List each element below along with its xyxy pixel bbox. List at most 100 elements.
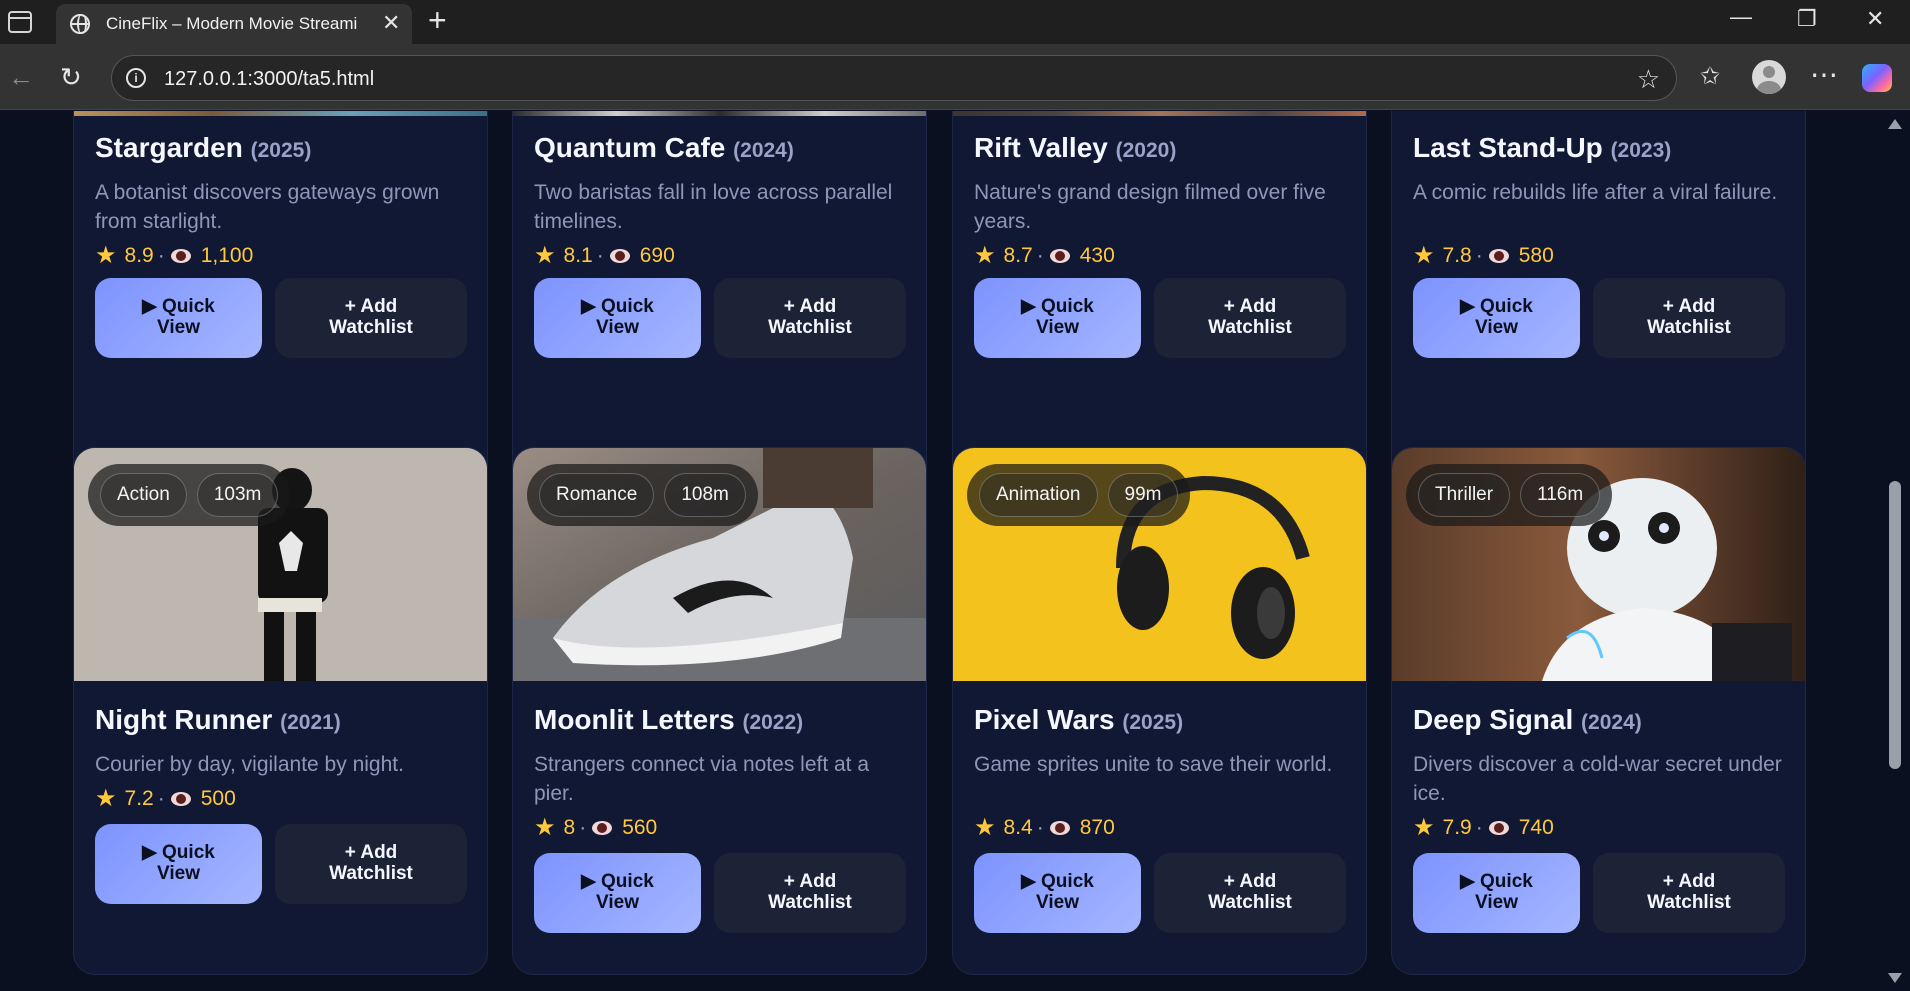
movie-year: (2024) (733, 139, 794, 162)
movie-title[interactable]: Quantum Cafe (2024) (534, 132, 794, 164)
add-watchlist-button[interactable]: + Add Watchlist (1593, 853, 1785, 933)
copilot-icon[interactable] (1862, 64, 1892, 92)
movie-year: (2025) (1122, 711, 1184, 734)
add-watchlist-button[interactable]: + Add Watchlist (275, 278, 467, 358)
duration-chip: 116m (1520, 473, 1601, 517)
movie-stats: ★ 8.4 · 870 (974, 814, 1115, 841)
address-bar[interactable]: i 127.0.0.1:3000/ta5.html ☆ (111, 55, 1677, 101)
add-watchlist-button[interactable]: + Add Watchlist (714, 853, 906, 933)
movie-title[interactable]: Night Runner (2021) (95, 704, 341, 736)
movie-title[interactable]: Rift Valley (2020) (974, 132, 1176, 164)
tab-title: CineFlix – Modern Movie Streaming (106, 14, 358, 33)
movie-views: 580 (1518, 243, 1554, 267)
movie-rating: 8.9 (124, 243, 154, 267)
movie-year: (2022) (742, 711, 804, 734)
movie-poster[interactable]: Thriller 116m (1392, 448, 1805, 681)
movie-title[interactable]: Pixel Wars (2025) (974, 704, 1183, 736)
movie-title[interactable]: Moonlit Letters (2022) (534, 704, 803, 736)
movie-title[interactable]: Last Stand-Up (2023) (1413, 132, 1671, 164)
genre-duration-pill: Action 103m (88, 464, 291, 526)
scrollbar-thumb[interactable] (1889, 481, 1901, 769)
scroll-up-icon[interactable] (1888, 119, 1902, 129)
star-icon: ★ (1413, 814, 1435, 841)
movie-card: Romance 108m Moonlit Letters (2022) Stra… (512, 447, 927, 975)
more-menu-icon[interactable]: ⋯ (1810, 58, 1838, 91)
reload-icon[interactable]: ↻ (60, 62, 82, 93)
movie-rating: 8.7 (1003, 243, 1033, 267)
movie-poster[interactable]: Animation 99m (953, 448, 1366, 681)
duration-chip: 99m (1107, 473, 1179, 517)
add-watchlist-button[interactable]: + Add Watchlist (1154, 853, 1346, 933)
bookmark-star-icon[interactable]: ☆ (1637, 64, 1660, 95)
movie-year: (2020) (1115, 139, 1177, 162)
genre-chip: Romance (539, 473, 655, 517)
movie-description: A botanist discovers gateways grown from… (95, 181, 440, 233)
scroll-down-icon[interactable] (1888, 973, 1902, 983)
movie-stats: ★ 7.8 · 580 (1413, 242, 1554, 269)
back-arrow-icon[interactable]: ← (8, 62, 34, 93)
quick-view-button[interactable]: ▶ Quick View (1413, 853, 1580, 933)
movie-poster[interactable] (74, 111, 487, 116)
add-watchlist-button[interactable]: + Add Watchlist (1154, 278, 1346, 358)
movie-card: Animation 99m Pixel Wars (2025) Game spr… (952, 447, 1367, 975)
restore-icon[interactable]: ❐ (1797, 6, 1817, 32)
profile-avatar-icon[interactable] (1752, 60, 1786, 94)
movie-views: 1,100 (200, 243, 254, 267)
quick-view-button[interactable]: ▶ Quick View (974, 853, 1141, 933)
eye-icon (1488, 820, 1509, 835)
quick-view-button[interactable]: ▶ Quick View (534, 853, 701, 933)
quick-view-button[interactable]: ▶ Quick View (95, 824, 262, 904)
browser-toolbar: ← ↻ i 127.0.0.1:3000/ta5.html ☆ ✩ ⋯ (0, 44, 1910, 110)
movie-title[interactable]: Stargarden (2025) (95, 132, 311, 164)
star-icon: ★ (974, 814, 996, 841)
add-watchlist-button[interactable]: + Add Watchlist (714, 278, 906, 358)
eye-icon (170, 248, 191, 263)
quick-view-button[interactable]: ▶ Quick View (974, 278, 1141, 358)
movie-rating: 8 (563, 815, 576, 839)
movie-poster[interactable] (513, 111, 926, 116)
movie-year: (2023) (1610, 139, 1672, 162)
movie-poster[interactable] (953, 111, 1366, 116)
movie-poster[interactable]: Action 103m (74, 448, 487, 681)
add-watchlist-button[interactable]: + Add Watchlist (275, 824, 467, 904)
movie-views: 690 (639, 243, 675, 267)
movie-rating: 7.8 (1442, 243, 1472, 267)
eye-icon (1049, 248, 1070, 263)
genre-chip: Animation (979, 473, 1098, 517)
movie-description: Two baristas fall in love across paralle… (534, 181, 893, 233)
close-tab-icon[interactable]: ✕ (382, 10, 400, 36)
new-tab-icon[interactable]: + (428, 2, 447, 39)
window-close-icon[interactable]: ✕ (1866, 6, 1884, 32)
movie-stats: ★ 8.7 · 430 (974, 242, 1115, 269)
page-scrollbar[interactable] (1880, 111, 1910, 991)
add-watchlist-button[interactable]: + Add Watchlist (1593, 278, 1785, 358)
genre-chip: Thriller (1418, 473, 1511, 517)
movie-poster[interactable]: Romance 108m (513, 448, 926, 681)
movie-stats: ★ 7.9 · 740 (1413, 814, 1554, 841)
browser-tab[interactable]: CineFlix – Modern Movie Streaming ✕ (56, 4, 412, 44)
movie-title[interactable]: Deep Signal (2024) (1413, 704, 1642, 736)
url-text[interactable]: 127.0.0.1:3000/ta5.html (164, 68, 374, 91)
sidebar-toggle-icon[interactable] (8, 11, 32, 33)
duration-chip: 108m (664, 473, 746, 517)
minimize-icon[interactable]: — (1730, 4, 1752, 30)
eye-icon (170, 791, 191, 806)
site-info-icon[interactable]: i (126, 68, 146, 88)
favorites-icon[interactable]: ✩ (1700, 62, 1720, 91)
movie-views: 740 (1518, 815, 1554, 839)
movie-rating: 7.2 (124, 786, 154, 810)
genre-duration-pill: Romance 108m (527, 464, 758, 526)
star-icon: ★ (534, 814, 556, 841)
genre-duration-pill: Thriller 116m (1406, 464, 1613, 526)
genre-duration-pill: Animation 99m (967, 464, 1191, 526)
star-icon: ★ (95, 785, 117, 812)
movie-card: Thriller 116m Deep Signal (2024) Divers … (1391, 447, 1806, 975)
movie-stats: ★ 8.1 · 690 (534, 242, 675, 269)
star-icon: ★ (1413, 242, 1435, 269)
movie-rating: 7.9 (1442, 815, 1472, 839)
quick-view-button[interactable]: ▶ Quick View (534, 278, 701, 358)
quick-view-button[interactable]: ▶ Quick View (1413, 278, 1580, 358)
movie-views: 500 (200, 786, 236, 810)
movie-rating: 8.1 (563, 243, 593, 267)
quick-view-button[interactable]: ▶ Quick View (95, 278, 262, 358)
